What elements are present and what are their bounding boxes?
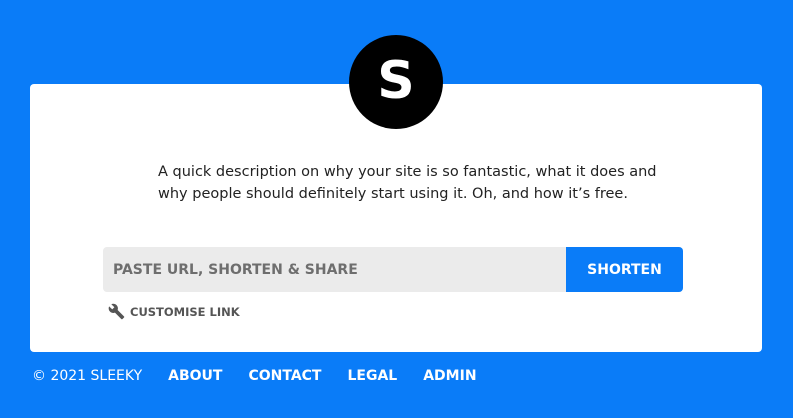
footer-link-admin[interactable]: ADMIN	[423, 368, 476, 384]
site-description: A quick description on why your site is …	[158, 164, 657, 202]
shorten-form: SHORTEN	[103, 247, 683, 292]
footer-link-about[interactable]: ABOUT	[168, 368, 222, 384]
footer-link-legal[interactable]: LEGAL	[347, 368, 397, 384]
wrench-icon	[108, 303, 125, 320]
footer: © 2021 SLEEKY ABOUT CONTACT LEGAL ADMIN	[32, 366, 503, 386]
customise-link[interactable]: CUSTOMISE LINK	[108, 303, 240, 320]
copyright-text: © 2021 SLEEKY	[32, 368, 143, 384]
url-input[interactable]	[103, 247, 566, 292]
logo-letter: S	[377, 51, 415, 111]
customise-link-label: CUSTOMISE LINK	[130, 304, 240, 319]
footer-link-contact[interactable]: CONTACT	[248, 368, 321, 384]
shorten-button[interactable]: SHORTEN	[566, 247, 683, 292]
site-logo[interactable]: S	[349, 35, 443, 129]
